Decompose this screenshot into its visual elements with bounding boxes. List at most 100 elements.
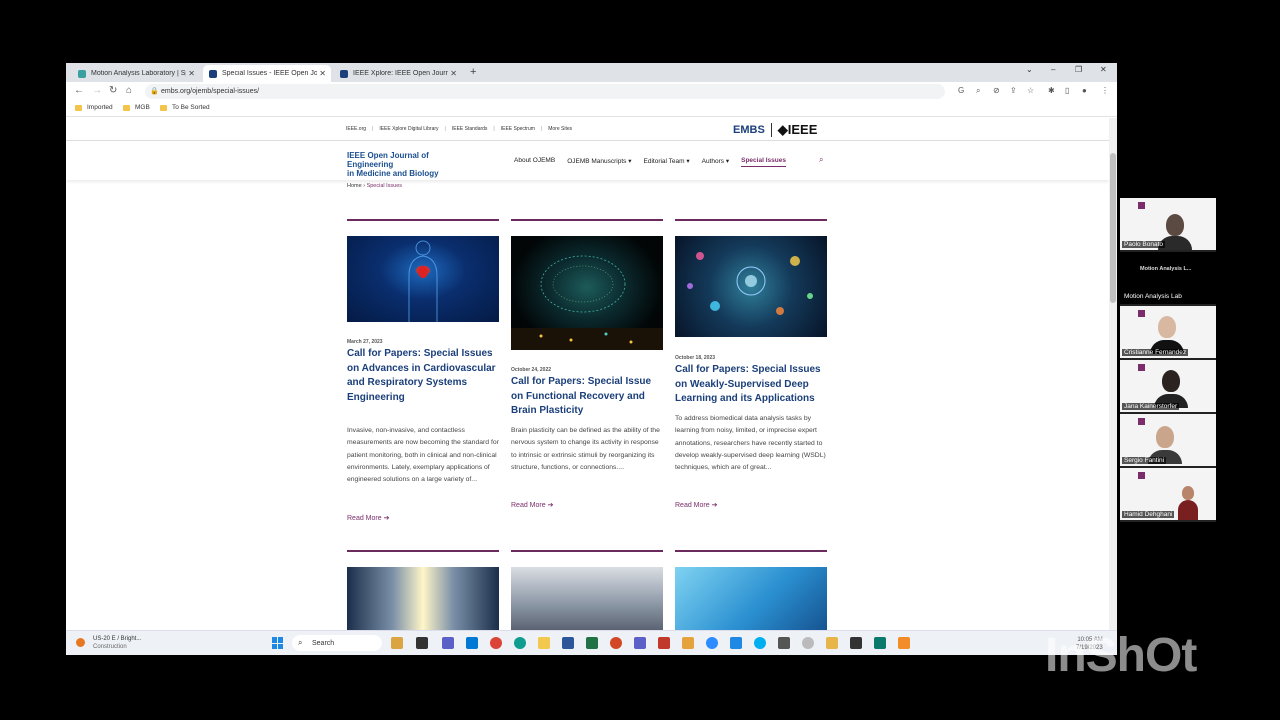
embs-logo[interactable]: EMBS: [733, 124, 765, 136]
slide-logo-icon: [1138, 202, 1145, 209]
outlook-icon[interactable]: [466, 637, 478, 649]
zoom-icon[interactable]: ⌕: [976, 86, 980, 96]
google-icon[interactable]: G: [958, 86, 964, 95]
bookmark-mgb[interactable]: MGB: [123, 104, 150, 111]
slide-logo-icon: [1138, 472, 1145, 479]
windows-start-icon[interactable]: [272, 637, 284, 649]
web-page: IEEE.org | IEEE Xplore Digital Library | I…: [66, 118, 1109, 655]
tab-close-icon[interactable]: ✕: [450, 69, 457, 78]
mail-icon[interactable]: [730, 637, 742, 649]
teams-chat-icon[interactable]: [442, 637, 454, 649]
home-icon[interactable]: ⌂: [126, 85, 132, 96]
page-scrollbar[interactable]: [1109, 118, 1117, 630]
notes-icon[interactable]: [826, 637, 838, 649]
excel-icon[interactable]: [586, 637, 598, 649]
article-image-brain[interactable]: [511, 236, 663, 350]
settings-gear-icon[interactable]: [802, 637, 814, 649]
browser-toolbar: ← → ↻ ⌂ 🔒 embs.org/ojemb/special-issues/…: [66, 82, 1117, 101]
util-link-xplore[interactable]: IEEE Xplore Digital Library: [379, 126, 438, 132]
nav-about[interactable]: About OJEMB: [514, 157, 555, 167]
ieee-logo[interactable]: ◆IEEE: [778, 122, 818, 138]
teams-icon[interactable]: [634, 637, 646, 649]
breadcrumb-home[interactable]: Home: [347, 183, 362, 189]
participant-tile[interactable]: Sergio Fantini: [1120, 414, 1216, 466]
breadcrumb: Home › Special Issues: [347, 183, 403, 189]
task-view-icon[interactable]: [416, 637, 428, 649]
calculator-icon[interactable]: [874, 637, 886, 649]
windows-taskbar: US-20 E / Bright... Construction ⌕ Searc…: [66, 630, 1117, 655]
bookmark-imported[interactable]: Imported: [75, 104, 113, 111]
menu-kebab-icon[interactable]: ⋮: [1101, 86, 1109, 95]
sidebar-icon[interactable]: ▯: [1065, 86, 1069, 95]
utility-links: IEEE.org | IEEE Xplore Digital Library | I…: [346, 126, 573, 132]
slide-logo-icon: [1138, 418, 1145, 425]
zoom-app-icon[interactable]: [706, 637, 718, 649]
article-image-cardio[interactable]: [347, 236, 499, 322]
journal-logo[interactable]: IEEE Open Journal of Engineering in Medi…: [347, 151, 477, 178]
notepad-icon[interactable]: [778, 637, 790, 649]
scroll-thumb[interactable]: [1110, 153, 1116, 303]
file-explorer-icon[interactable]: [391, 637, 403, 649]
tab-strip: Motion Analysis Laboratory | Sp... ✕ Spe…: [66, 63, 1117, 82]
back-icon[interactable]: ←: [74, 85, 84, 96]
eye-off-icon[interactable]: ⊘: [993, 86, 1000, 95]
participant-tile[interactable]: Cristianne Fernandez: [1120, 306, 1216, 358]
participant-tile[interactable]: Jana Kainerstorfer: [1120, 360, 1216, 412]
chrome-icon[interactable]: [490, 637, 502, 649]
acrobat-icon[interactable]: [658, 637, 670, 649]
folder-icon: [160, 104, 167, 111]
reload-icon[interactable]: ↻: [109, 85, 117, 96]
search-icon[interactable]: ⌕: [819, 155, 823, 165]
nav-manuscripts[interactable]: OJEMB Manuscripts ▾: [567, 157, 631, 167]
browser-window: Motion Analysis Laboratory | Sp... ✕ Spe…: [66, 63, 1117, 655]
tab-close-icon[interactable]: ✕: [319, 69, 326, 78]
forward-icon[interactable]: →: [92, 85, 102, 96]
participant-tile[interactable]: Hamid Dehghani: [1120, 468, 1216, 520]
close-window-button[interactable]: ✕: [1100, 65, 1107, 74]
terminal-icon[interactable]: [850, 637, 862, 649]
tab-motion-analysis[interactable]: Motion Analysis Laboratory | Sp... ✕: [72, 65, 200, 82]
article-title[interactable]: Call for Papers: Special Issues on Weakl…: [675, 363, 827, 407]
bookmarks-bar: Imported MGB To Be Sorted: [66, 101, 1117, 117]
tab-close-icon[interactable]: ✕: [188, 69, 195, 78]
word-icon[interactable]: [562, 637, 574, 649]
nav-editorial-team[interactable]: Editorial Team ▾: [644, 157, 690, 167]
bookmark-to-be-sorted[interactable]: To Be Sorted: [160, 104, 210, 111]
util-link-standards[interactable]: IEEE Standards: [452, 126, 488, 132]
tab-search-icon[interactable]: ⌄: [1026, 65, 1033, 74]
participant-tile[interactable]: Motion Analysis L... Motion Analysis Lab: [1120, 252, 1216, 304]
article-image-deep-learning[interactable]: [675, 236, 827, 337]
minimize-button[interactable]: –: [1051, 65, 1055, 74]
profile-icon[interactable]: ●: [1082, 86, 1087, 95]
maximize-button[interactable]: ❐: [1075, 65, 1082, 74]
util-link-spectrum[interactable]: IEEE Spectrum: [501, 126, 535, 132]
photos-icon[interactable]: [682, 637, 694, 649]
article-title[interactable]: Call for Papers: Special Issues on Advan…: [347, 347, 499, 405]
bookmark-star-icon[interactable]: ☆: [1027, 86, 1034, 95]
folder-app-icon[interactable]: [538, 637, 550, 649]
participant-tile[interactable]: Paolo Bonato: [1120, 198, 1216, 250]
nav-special-issues[interactable]: Special Issues: [741, 157, 786, 167]
read-more-link[interactable]: Read More ➔: [511, 501, 553, 509]
taskbar-search[interactable]: ⌕ Search: [292, 635, 382, 651]
article-title[interactable]: Call for Papers: Special Issue on Functi…: [511, 375, 663, 419]
tab-special-issues[interactable]: Special Issues - IEEE Open Journ... ✕: [203, 65, 331, 82]
read-more-link[interactable]: Read More ➔: [675, 501, 717, 509]
nav-authors[interactable]: Authors ▾: [702, 157, 729, 167]
vlc-icon[interactable]: [898, 637, 910, 649]
address-bar[interactable]: 🔒 embs.org/ojemb/special-issues/: [145, 84, 945, 99]
slide-logo-icon: [1138, 310, 1145, 317]
extensions-icon[interactable]: ✱: [1048, 86, 1055, 95]
weather-widget[interactable]: US-20 E / Bright... Construction: [76, 635, 141, 651]
tab-ieee-xplore[interactable]: IEEE Xplore: IEEE Open Journal o... ✕: [334, 65, 462, 82]
powerpoint-icon[interactable]: [610, 637, 622, 649]
util-link-ieee-org[interactable]: IEEE.org: [346, 126, 366, 132]
util-link-more-sites[interactable]: More Sites: [548, 126, 572, 132]
read-more-link[interactable]: Read More ➔: [347, 514, 389, 522]
inshot-watermark: InShOt: [1045, 629, 1197, 682]
article-date: March 27, 2023: [347, 339, 383, 345]
share-icon[interactable]: ⇪: [1010, 86, 1017, 95]
skype-icon[interactable]: [754, 637, 766, 649]
edge-icon[interactable]: [514, 637, 526, 649]
new-tab-button[interactable]: +: [470, 66, 476, 78]
